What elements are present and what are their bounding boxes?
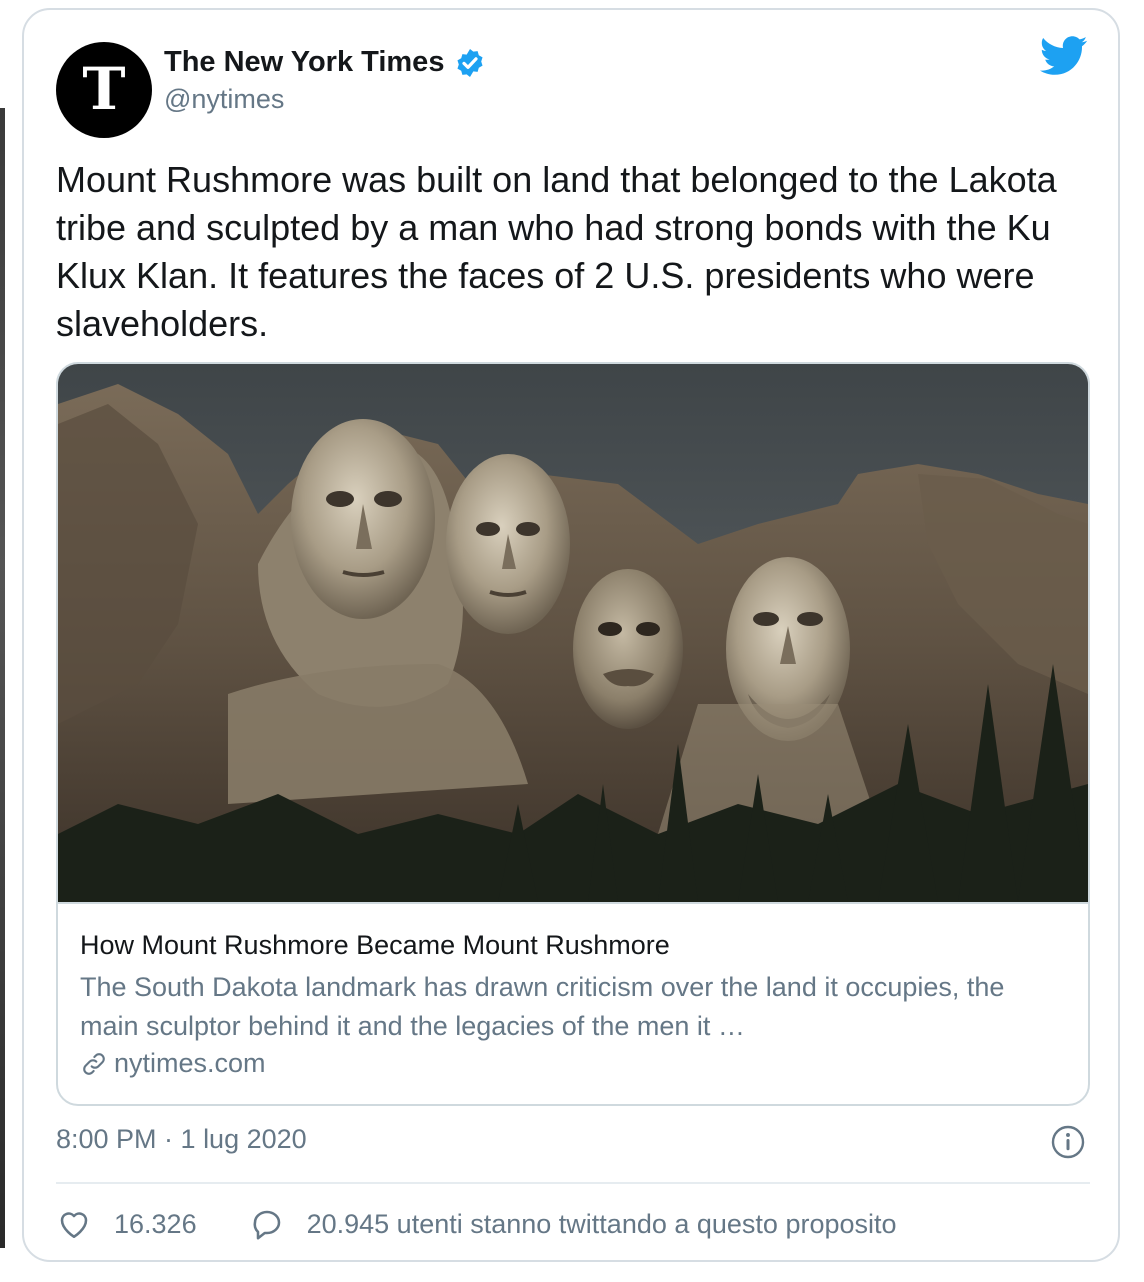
svg-text:T: T bbox=[82, 55, 125, 123]
verified-badge-icon bbox=[457, 48, 483, 77]
avatar[interactable]: T bbox=[56, 42, 152, 138]
embedded-tweet: T The New York Times @nytimes Mount Rush… bbox=[22, 8, 1120, 1262]
info-icon[interactable] bbox=[1050, 1124, 1086, 1160]
twitter-bird-icon[interactable] bbox=[1040, 36, 1088, 76]
account-name[interactable]: The New York Times bbox=[164, 46, 444, 79]
account-handle[interactable]: @nytimes bbox=[164, 84, 284, 115]
link-description: The South Dakota landmark has drawn crit… bbox=[80, 972, 1005, 1041]
tweet-text: Mount Rushmore was built on land that be… bbox=[56, 159, 1057, 344]
heart-icon bbox=[60, 1212, 88, 1239]
account-name-row[interactable]: The New York Times bbox=[164, 46, 486, 79]
mount-rushmore-photo bbox=[58, 364, 1088, 902]
link-icon bbox=[83, 1052, 105, 1075]
tweet-timestamp[interactable]: 8:00 PM · 1 lug 2020 bbox=[56, 1124, 307, 1155]
tweet-actions: 16.326 20.945 utenti stanno twittando a … bbox=[56, 1204, 897, 1244]
reply-button[interactable]: 20.945 utenti stanno twittando a questo … bbox=[249, 1206, 897, 1242]
card-divider bbox=[58, 902, 1088, 904]
link-domain-row: nytimes.com bbox=[80, 1048, 266, 1079]
nyt-logo-icon: T bbox=[82, 55, 125, 123]
reply-bubble-icon bbox=[253, 1210, 280, 1240]
like-count: 16.326 bbox=[114, 1208, 197, 1239]
background-edge bbox=[0, 108, 5, 1248]
link-preview-card[interactable]: How Mount Rushmore Became Mount Rushmore… bbox=[56, 362, 1090, 1106]
actions-divider bbox=[56, 1182, 1090, 1184]
like-button[interactable]: 16.326 bbox=[56, 1206, 197, 1242]
reply-count-text: 20.945 utenti stanno twittando a questo … bbox=[306, 1208, 897, 1239]
link-title[interactable]: How Mount Rushmore Became Mount Rushmore bbox=[80, 930, 670, 961]
link-domain: nytimes.com bbox=[114, 1048, 266, 1078]
